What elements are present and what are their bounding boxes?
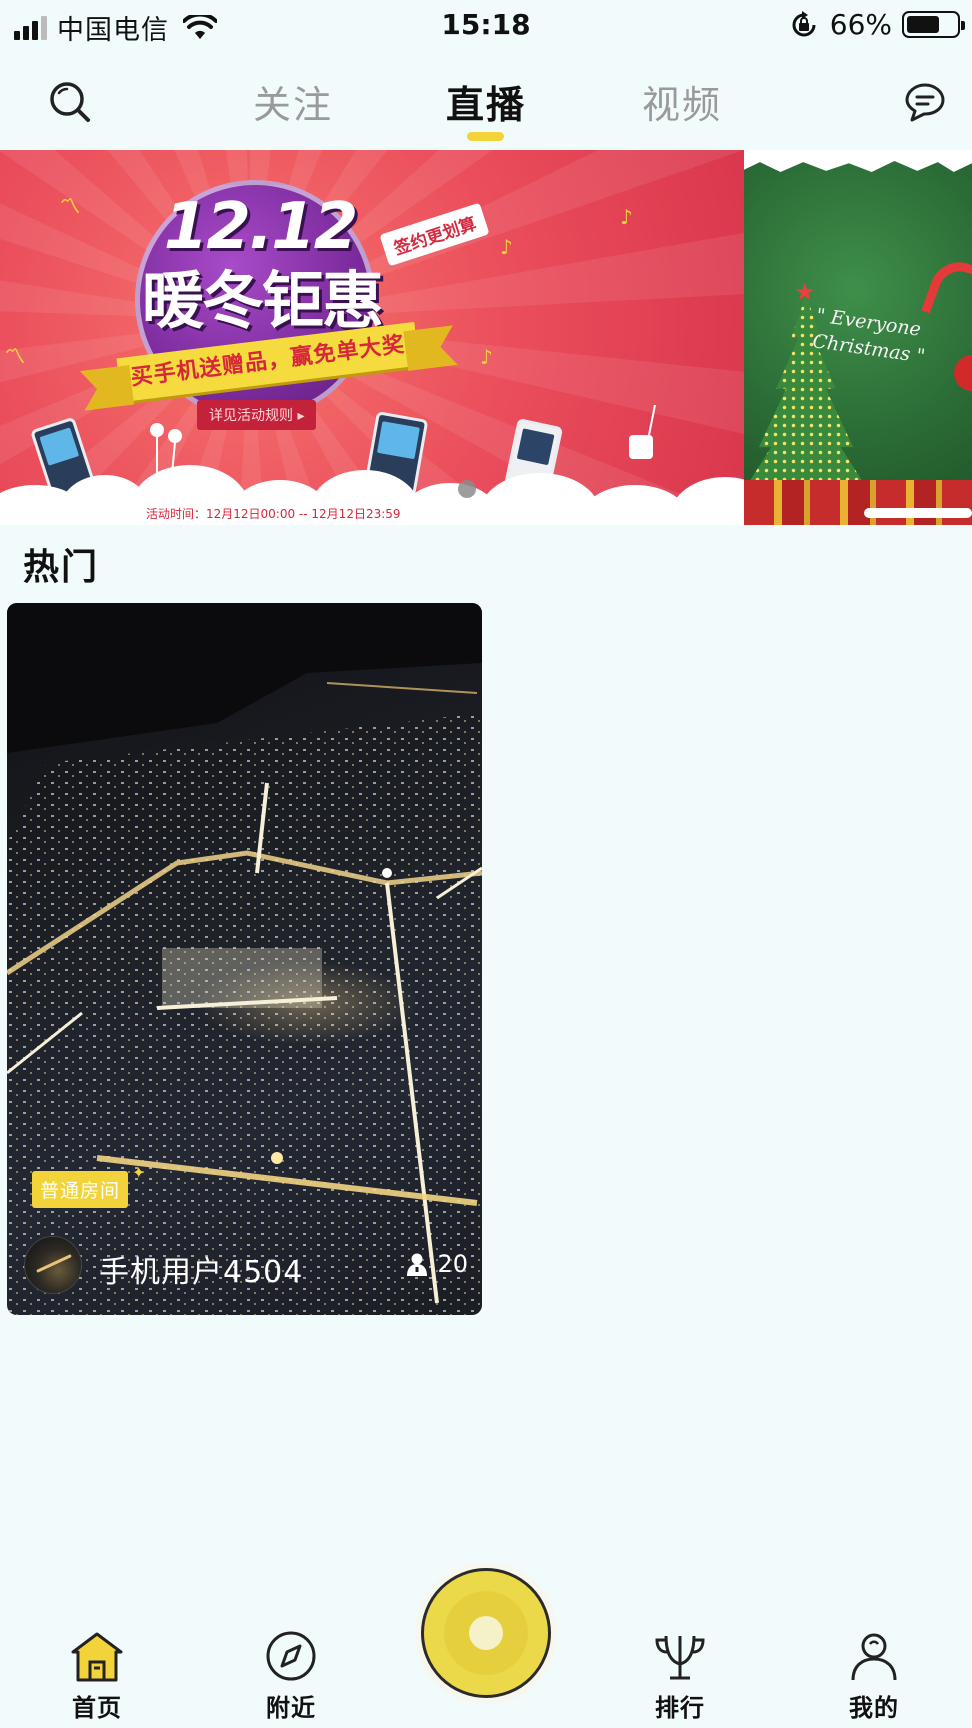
section-title-hot: 热门 [23,547,100,588]
compass-icon [266,1631,316,1681]
candy-cane-icon [921,253,972,327]
snow-decoration [744,150,972,172]
avatar[interactable] [24,1236,82,1294]
tab-profile[interactable]: 我的 [819,1630,929,1723]
battery-fill [907,16,939,33]
event-time: 活动时间：12月12日00:00 -- 12月12日23:59 [146,507,401,521]
banner-slide-promo[interactable]: 12.12 暖冬钜惠 签约更划算 买手机送赠品，赢免单大奖 详见活动规则 ▸ 〽… [0,150,744,525]
top-nav: 关注 直播 视频 [0,50,972,150]
carousel-page-dot [458,480,476,498]
viewer-count-value: 20 [437,1250,468,1278]
tab-profile-label: 我的 [849,1694,899,1722]
live-room-card[interactable]: 普通房间 ✦ 手机用户4504 20 [7,603,482,1315]
banner-carousel[interactable]: 12.12 暖冬钜惠 签约更划算 买手机送赠品，赢免单大奖 详见活动规则 ▸ 〽… [0,150,972,525]
tab-nearby[interactable]: 附近 [236,1630,346,1723]
rotation-lock-icon [792,10,816,36]
banner-slide-christmas[interactable]: ★ " Everyone Christmas " [744,150,972,525]
tab-nearby-label: 附近 [266,1694,316,1722]
viewer-count: 20 [407,1250,468,1278]
music-note-icon: ♪ [500,235,513,259]
tab-video[interactable]: 视频 [642,74,722,129]
tab-ranking-label: 排行 [655,1694,705,1722]
message-icon[interactable] [904,82,946,122]
person-icon [407,1253,428,1276]
sparkle-icon: ✦ [132,1163,146,1182]
active-tab-indicator [467,132,504,141]
live-start-icon-core [469,1616,503,1650]
tab-home-label: 首页 [72,1694,122,1722]
christmas-text: " Everyone Christmas " [811,302,930,369]
rules-button: 详见活动规则 ▸ [197,400,317,430]
trophy-icon [655,1635,705,1680]
tab-follow[interactable]: 关注 [253,74,333,129]
battery-percent: 66% [829,8,892,41]
battery-icon [902,11,965,38]
music-note-icon: ♪ [620,205,633,229]
tab-live[interactable]: 直播 [446,74,526,129]
stream-thumbnail [7,603,482,1315]
promo-headline: 暖冬钜惠 [142,264,384,337]
confetti-icon: 〽 [5,344,25,368]
status-bar: 中国电信 15:18 66% [0,0,972,50]
tab-home[interactable]: 首页 [42,1630,152,1723]
search-icon[interactable] [48,80,92,124]
room-type-badge: 普通房间 [32,1171,129,1208]
profile-icon [851,1633,897,1681]
streamer-name: 手机用户4504 [99,1255,304,1290]
start-live-button[interactable] [421,1568,551,1698]
snow-decoration [864,508,972,518]
music-note-icon: ♪ [480,345,493,369]
home-icon [71,1632,123,1682]
gift-boxes [744,480,972,525]
status-right: 66% [790,8,965,41]
ornament-icon [954,355,972,391]
confetti-icon: 〽 [60,194,80,218]
star-icon: ★ [794,278,816,306]
tab-ranking[interactable]: 排行 [625,1630,735,1723]
